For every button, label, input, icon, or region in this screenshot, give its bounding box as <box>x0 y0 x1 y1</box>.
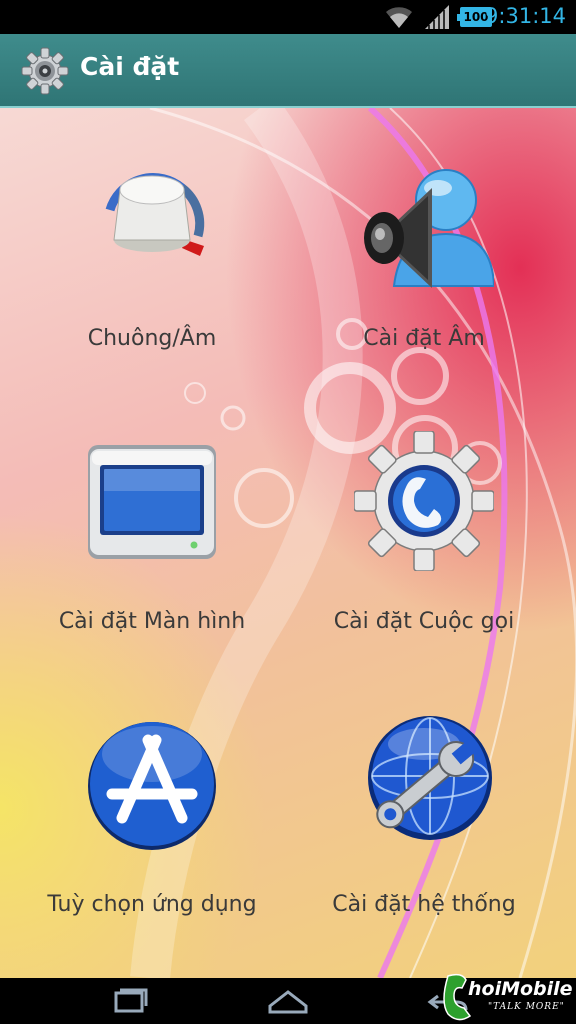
watermark-brand: hoiMobile <box>468 978 573 1000</box>
grid-item-label: Cài đặt Cuộc gọi <box>333 609 515 634</box>
grid-item-app-options[interactable]: Tuỳ chọn ứng dụng <box>8 674 296 957</box>
recent-apps-icon[interactable] <box>98 984 158 1018</box>
wifi-icon <box>386 7 412 29</box>
status-time: 9:31:14 <box>485 4 566 28</box>
grid-item-display-settings[interactable]: Cài đặt Màn hình <box>8 391 296 674</box>
signal-icon <box>425 5 449 29</box>
grid-item-sound-settings[interactable]: Cài đặt Âm <box>280 108 568 391</box>
watermark-logo: hoiMobile "TALK MORE" <box>440 972 576 1024</box>
speaker-user-icon <box>364 169 494 288</box>
gear-icon[interactable] <box>20 46 70 96</box>
call-gear-icon <box>354 431 494 571</box>
status-bar: 100 9:31:14 <box>0 0 576 34</box>
grid-item-label: Cài đặt Âm <box>363 326 485 351</box>
grid-item-system-settings[interactable]: Cài đặt hệ thống <box>280 674 568 957</box>
settings-grid: Chuông/Âm Cài đặt Âm Cài đặt Màn hình Cà… <box>0 108 576 978</box>
page-title: Cài đặt <box>80 52 180 81</box>
watermark-tagline: "TALK MORE" <box>488 1002 565 1012</box>
grid-item-label: Tuỳ chọn ứng dụng <box>47 892 257 917</box>
grid-item-call-settings[interactable]: Cài đặt Cuộc gọi <box>280 391 568 674</box>
app-store-icon <box>88 722 216 850</box>
volume-knob-icon <box>105 173 205 256</box>
globe-wrench-icon <box>368 716 492 840</box>
grid-item-label: Cài đặt Màn hình <box>58 609 246 634</box>
home-icon[interactable] <box>258 984 318 1018</box>
action-bar: Cài đặt <box>0 34 576 108</box>
grid-item-label: Cài đặt hệ thống <box>332 892 516 917</box>
grid-item-ringtone[interactable]: Chuông/Âm <box>8 108 296 391</box>
grid-item-label: Chuông/Âm <box>87 326 217 351</box>
monitor-icon <box>88 445 216 559</box>
